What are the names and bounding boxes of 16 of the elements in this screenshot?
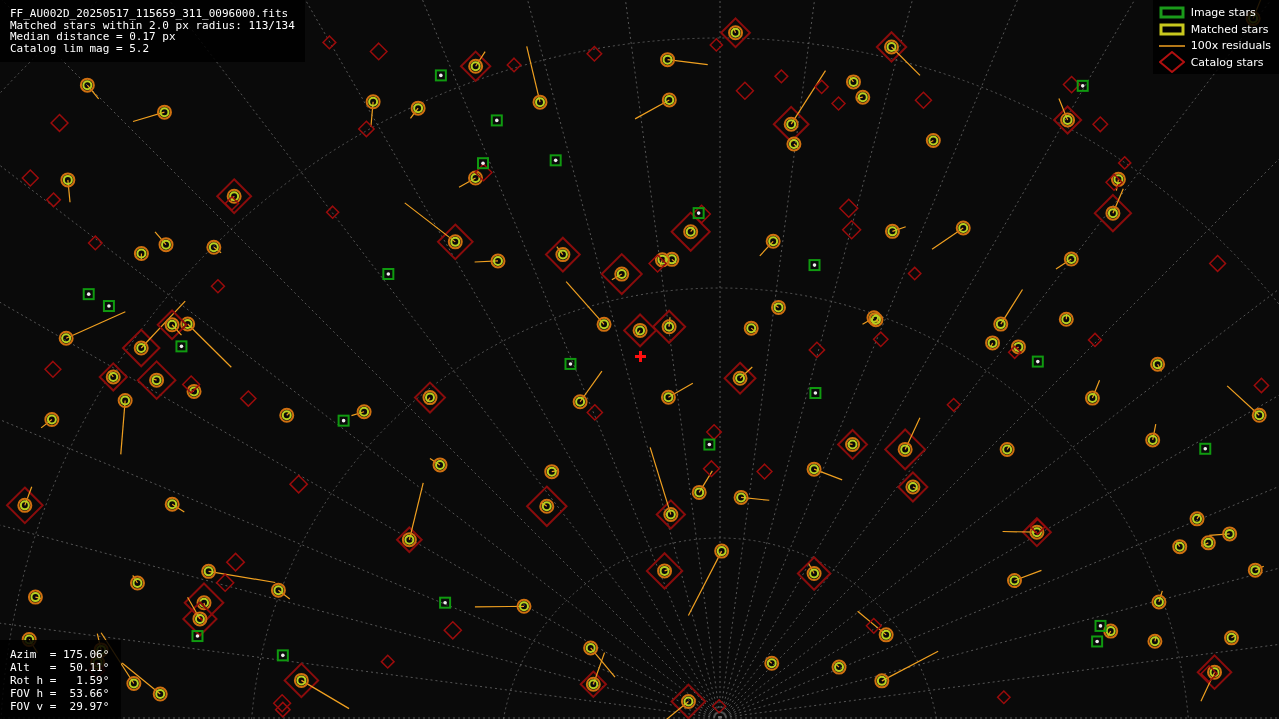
info-text: FF_AU002D_20250517_115659_311_0096000.fits [10, 8, 290, 20]
legend-label: Catalog stars [1190, 55, 1264, 69]
diamond-icon [1158, 51, 1185, 74]
center-cross-icon [635, 351, 646, 362]
legend-label: Matched stars [1190, 22, 1269, 36]
info-text: Matched stars within 2.0 px radius: 113/134 [10, 19, 295, 31]
pointing-text: FOV v = 29.97° [10, 700, 110, 713]
info-text: Catalog lim mag = 5.2 [10, 42, 151, 54]
pointing-text: Alt = 50.11° [10, 661, 110, 674]
pointing-text: Rot h = 1.59° [10, 674, 110, 687]
info-text: Median distance = 0.17 px [10, 31, 176, 43]
pointing-text: FOV h = 53.66° [10, 687, 110, 700]
legend-label: 100x residuals [1190, 39, 1271, 53]
line-icon [1158, 44, 1185, 47]
legend-label: Image stars [1190, 6, 1256, 20]
pointing-text: Azim = 175.06° [10, 648, 110, 661]
